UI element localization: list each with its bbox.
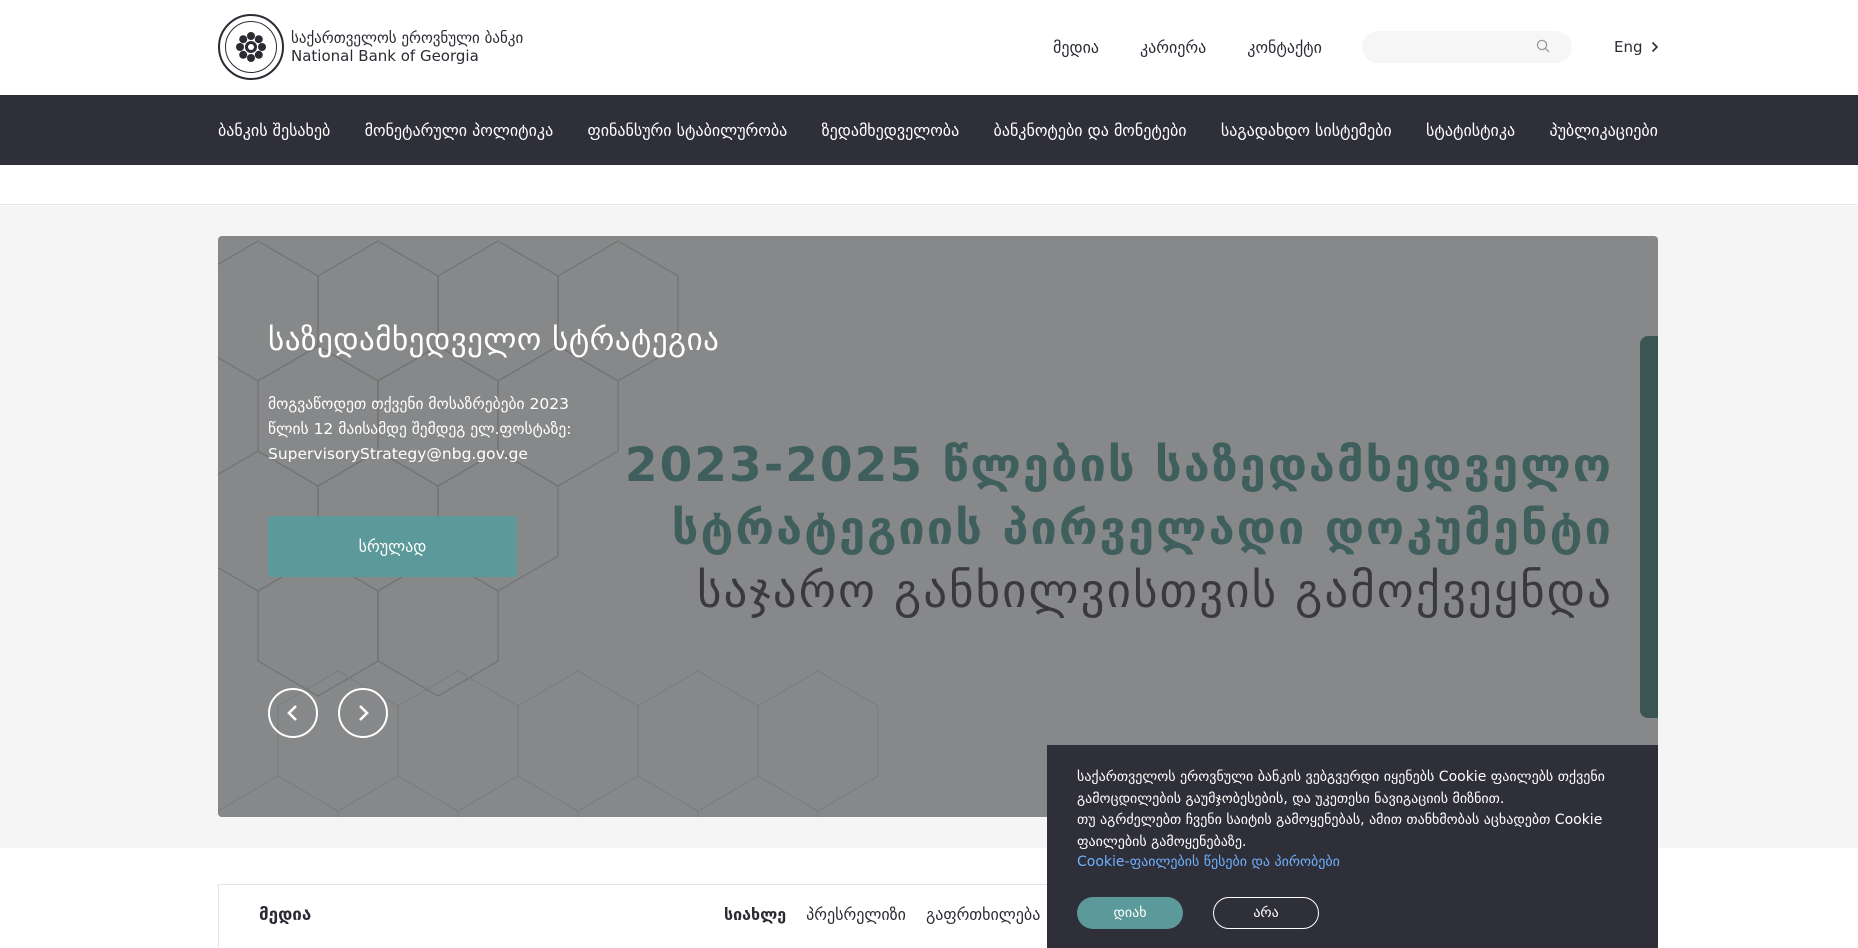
language-label: Eng [1614,38,1643,56]
side-tab[interactable] [1640,336,1658,718]
cookie-text-line: საქართველოს ეროვნული ბანკის ვებგვერდი იყ… [1077,769,1605,785]
slide-banner: 2023-2025 წლების საზედამხედველო სტრატეგი… [625,434,1613,623]
tab-news[interactable]: სიახლე [724,905,786,924]
cookie-text-line: ფაილების გამოყენებაზე. [1077,833,1247,850]
media-tabs: სიახლე პრესრელიზი გაფრთხილება [724,905,1040,924]
top-link-contact[interactable]: კონტაქტი [1247,38,1322,57]
search-input[interactable] [1362,31,1532,63]
brand-name-georgian: საქართველოს ეროვნული ბანკი [291,29,524,47]
banner-line: სტრატეგიის პირველადი დოკუმენტი [671,501,1613,556]
nav-item-publications[interactable]: პუბლიკაციები [1549,121,1657,140]
chevron-right-icon [1651,41,1658,53]
cookie-policy-link[interactable]: Cookie-ფაილების წესები და პირობები [1077,854,1628,870]
slide-text-line: წლის 12 მაისამდე შემდეგ ელ.ფოსტაზე: [268,420,572,438]
site-header: საქართველოს ეროვნული ბანკი National Bank… [0,0,1858,95]
logo-emblem-icon [225,21,277,73]
chevron-left-icon [287,705,297,721]
search-box [1362,31,1572,63]
brand-name[interactable]: საქართველოს ეროვნული ბანკი National Bank… [291,29,523,65]
nav-item-about-bank[interactable]: ბანკის შესახებ [218,121,330,140]
media-title: მედია [259,905,312,925]
slide-description: მოგვაწოდეთ თქვენი მოსაზრებები 2023 წლის … [268,392,598,467]
nav-item-supervision[interactable]: ზედამხედველობა [822,121,960,140]
tab-press-releases[interactable]: პრესრელიზი [806,905,906,924]
hero-slide: საზედამხედველო სტრატეგია მოგვაწოდეთ თქვე… [218,236,1658,817]
read-more-button[interactable]: სრულად [268,516,517,577]
slide-title: საზედამხედველო სტრატეგია [268,322,720,358]
language-switch[interactable]: Eng [1614,38,1659,56]
breadcrumb-strip [0,165,1858,205]
prev-slide-button[interactable] [268,688,318,738]
banner-line: საჯარო განხილვისთვის გამოქვეყნდა [696,564,1613,619]
search-icon[interactable] [1536,39,1550,53]
nav-item-statistics[interactable]: სტატისტიკა [1426,121,1515,140]
brand-name-english: National Bank of Georgia [291,47,479,65]
cookie-text: საქართველოს ეროვნული ბანკის ვებგვერდი იყ… [1077,767,1628,853]
main-nav: ბანკის შესახებ მონეტარული პოლიტიკა ფინან… [0,95,1858,165]
nav-item-banknotes-coins[interactable]: ბანკნოტები და მონეტები [994,121,1187,140]
next-slide-button[interactable] [338,688,388,738]
cookie-text-line: გამოცდილების გაუმჯობესების, და უკეთესი ნ… [1077,790,1505,807]
top-link-media[interactable]: მედია [1053,38,1099,57]
cookie-decline-button[interactable]: არა [1213,897,1319,929]
nav-item-payment-systems[interactable]: საგადახდო სისტემები [1221,121,1392,140]
cookie-text-line: თუ აგრძელებთ ჩვენი საიტის გამოყენებას, ა… [1077,812,1603,828]
cookie-banner: საქართველოს ეროვნული ბანკის ვებგვერდი იყ… [1047,745,1658,948]
slide-email[interactable]: SupervisoryStrategy@nbg.gov.ge [268,442,598,467]
banner-line: 2023-2025 წლების საზედამხედველო [624,438,1613,493]
cookie-accept-button[interactable]: დიახ [1077,897,1183,929]
chevron-right-icon [359,705,369,721]
nav-item-financial-stability[interactable]: ფინანსური სტაბილურობა [588,121,788,140]
top-links: მედია კარიერა კონტაქტი [1053,38,1322,57]
nav-item-monetary-policy[interactable]: მონეტარული პოლიტიკა [365,121,554,140]
tab-warnings[interactable]: გაფრთხილება [926,905,1040,924]
nbg-logo[interactable] [218,14,284,80]
slide-text-line: მოგვაწოდეთ თქვენი მოსაზრებები 2023 [268,395,569,413]
top-link-career[interactable]: კარიერა [1140,38,1206,57]
